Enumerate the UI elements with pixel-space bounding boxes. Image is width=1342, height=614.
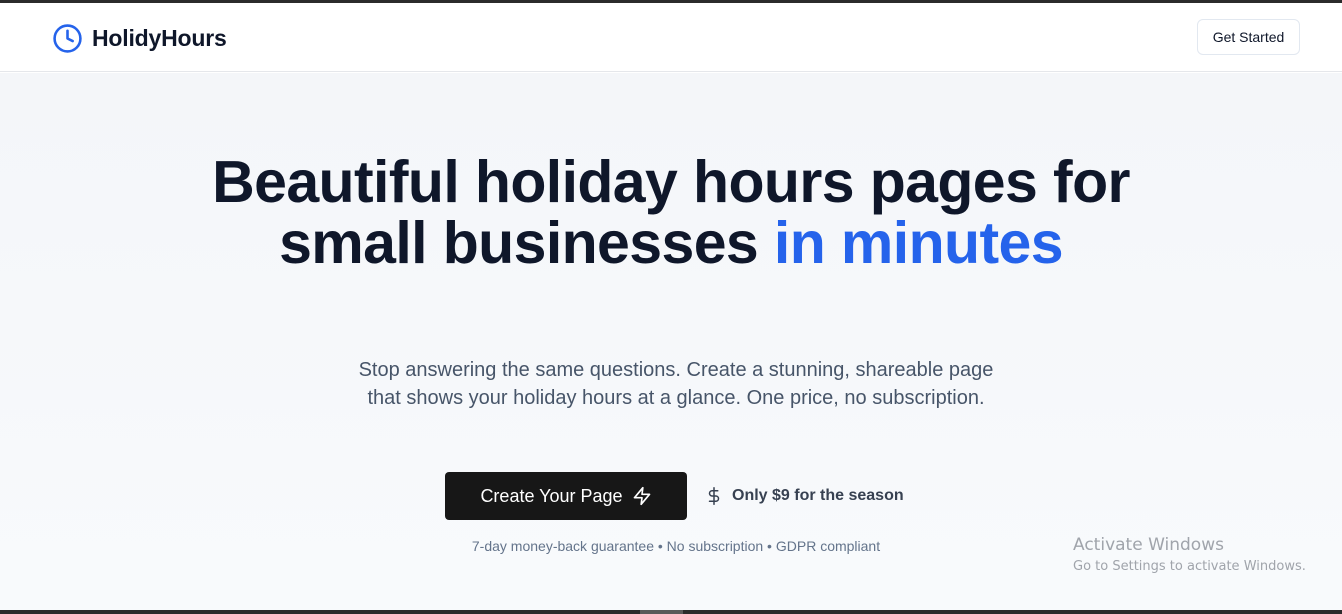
hero-subtext: Stop answering the same questions. Creat… xyxy=(358,359,994,409)
lightning-icon xyxy=(633,486,650,506)
price-note: Only $9 for the season xyxy=(705,487,904,505)
clock-icon xyxy=(53,23,82,53)
headline-accent-text: in minutes xyxy=(773,210,1064,276)
hero-section: Beautiful holiday hours pages for small … xyxy=(0,73,1342,610)
create-your-page-label: Create Your Page xyxy=(480,485,623,506)
guarantee-list: 7-day money-back guarantee • No subscrip… xyxy=(471,538,881,554)
brand-name: HolidyHours xyxy=(92,24,227,51)
activate-windows-subtitle: Go to Settings to activate Windows. xyxy=(1073,559,1306,574)
create-your-page-button[interactable]: Create Your Page xyxy=(445,472,687,520)
dollar-icon xyxy=(708,487,720,505)
activate-windows-title: Activate Windows xyxy=(1073,535,1224,555)
price-label: Only $9 for the season xyxy=(732,487,904,504)
activate-windows-watermark: Activate Windows Go to Settings to activ… xyxy=(1073,534,1306,578)
brand-logo-link[interactable]: HolidyHours xyxy=(52,21,227,55)
get-started-button[interactable]: Get Started xyxy=(1197,19,1300,55)
site-header: HolidyHours Get Started xyxy=(0,3,1342,72)
hero-headline: Beautiful holiday hours pages for small … xyxy=(171,152,1171,274)
horizontal-scrollbar-thumb[interactable] xyxy=(640,610,683,614)
cta-row: Create Your Page Only $9 for the season xyxy=(445,472,904,520)
